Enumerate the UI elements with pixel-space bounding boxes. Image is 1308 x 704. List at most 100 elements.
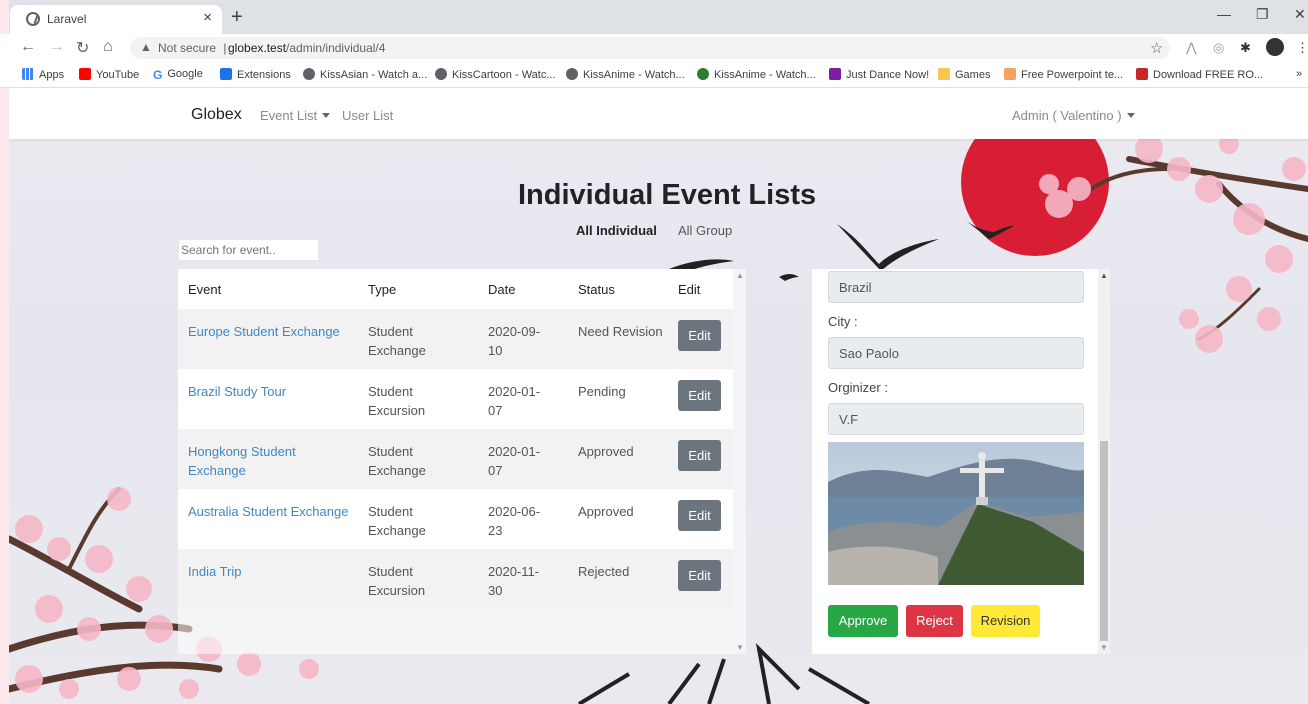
just-dance-icon	[829, 68, 841, 80]
scroll-down-icon[interactable]: ▼	[736, 643, 744, 652]
approve-button[interactable]: Approve	[828, 605, 898, 637]
edit-cell: Edit	[668, 489, 733, 549]
event-link[interactable]: Hongkong Student Exchange	[188, 444, 296, 478]
event-cell: Australia Student Exchange	[178, 489, 358, 549]
page-left-edge	[0, 0, 9, 704]
search-input[interactable]	[178, 239, 319, 261]
security-label: Not secure |	[158, 41, 227, 55]
edit-button[interactable]: Edit	[678, 560, 721, 591]
bookmarks-bar: Apps YouTube G Google Extensions KissAsia…	[0, 62, 1308, 88]
bookmark-just-dance[interactable]: Just Dance Now!	[829, 68, 929, 81]
event-link[interactable]: Europe Student Exchange	[188, 324, 340, 339]
puzzle-icon[interactable]: ✱	[1240, 40, 1251, 56]
close-window-icon[interactable]: ✕	[1294, 6, 1306, 23]
edit-button[interactable]: Edit	[678, 320, 721, 351]
column-header-edit: Edit	[668, 269, 733, 309]
detail-scrollbar[interactable]: ▲ ▼	[1098, 269, 1110, 654]
bookmark-kissanime-1[interactable]: KissAnime - Watch...	[566, 68, 685, 81]
browser-tab[interactable]: Laravel ×	[10, 5, 222, 34]
event-detail-panel: Brazil City : Sao Paolo Orginizer : V.F …	[812, 269, 1110, 654]
type-cell: Student Excursion	[358, 369, 478, 429]
nav-event-list[interactable]: Event List	[260, 108, 331, 123]
organizer-label: Orginizer :	[828, 380, 888, 395]
top-navbar: Globex Event List User List Admin ( Vale…	[9, 89, 1308, 139]
bookmark-powerpoint[interactable]: Free Powerpoint te...	[1004, 68, 1123, 81]
omnibox[interactable]: ▲ Not secure | globex.test/admin/individ…	[130, 37, 1170, 59]
status-cell: Rejected	[568, 549, 668, 609]
forward-icon[interactable]: →	[49, 38, 65, 56]
event-cell: Hongkong Student Exchange	[178, 429, 358, 489]
extension-icon[interactable]: ⋀	[1186, 40, 1197, 56]
bookmark-google[interactable]: G Google	[153, 68, 203, 82]
page-content: Globex Event List User List Admin ( Vale…	[9, 89, 1308, 704]
restore-icon[interactable]: ❐	[1256, 6, 1269, 23]
bookmark-apps[interactable]: Apps	[22, 68, 64, 81]
home-icon[interactable]: ⌂	[103, 38, 113, 56]
edit-cell: Edit	[668, 429, 733, 489]
minimize-icon[interactable]: —	[1217, 6, 1231, 22]
bookmark-star-icon[interactable]: ☆	[1150, 39, 1163, 57]
edit-cell: Edit	[668, 549, 733, 609]
reject-button[interactable]: Reject	[906, 605, 963, 637]
bookmark-extensions[interactable]: Extensions	[220, 68, 291, 81]
date-cell: 2020-01-07	[478, 369, 568, 429]
tab-all-group[interactable]: All Group	[678, 223, 732, 238]
url-text: globex.test/admin/individual/4	[228, 41, 386, 55]
table-row: Australia Student Exchange Student Excha…	[178, 489, 733, 549]
bookmark-kisscartoon[interactable]: KissCartoon - Watc...	[435, 68, 556, 81]
scroll-up-icon[interactable]: ▲	[736, 271, 744, 280]
youtube-icon	[79, 68, 91, 80]
more-bookmarks[interactable]: »	[1296, 68, 1302, 80]
mountain-silhouette	[577, 643, 871, 704]
nav-user-list[interactable]: User List	[342, 108, 393, 123]
back-icon[interactable]: ←	[20, 38, 36, 56]
google-icon: G	[153, 68, 163, 82]
status-cell: Approved	[568, 489, 668, 549]
edit-button[interactable]: Edit	[678, 440, 721, 471]
globe-icon	[26, 12, 40, 26]
edit-button[interactable]: Edit	[678, 380, 721, 411]
table-scrollbar[interactable]: ▲ ▼	[734, 269, 746, 654]
profile-avatar[interactable]	[1266, 38, 1284, 56]
shield-icon[interactable]: ◎	[1213, 40, 1224, 56]
tab-all-individual[interactable]: All Individual	[576, 223, 657, 238]
bookmark-kissanime-2[interactable]: KissAnime - Watch...	[697, 68, 816, 81]
chevron-down-icon	[1126, 113, 1135, 118]
event-table: Event Type Date Status Edit Europe Stude…	[178, 269, 733, 609]
bookmark-games[interactable]: Games	[938, 68, 990, 81]
date-cell: 2020-09-10	[478, 309, 568, 369]
edit-cell: Edit	[668, 369, 733, 429]
warning-icon: ▲	[140, 40, 152, 54]
event-link[interactable]: India Trip	[188, 564, 241, 579]
new-tab-button[interactable]: +	[231, 6, 243, 29]
bookmark-youtube[interactable]: YouTube	[79, 68, 139, 81]
globe-icon	[566, 68, 578, 80]
table-row: Brazil Study Tour Student Excursion 2020…	[178, 369, 733, 429]
brand-logo[interactable]: Globex	[191, 106, 242, 124]
event-cell: Brazil Study Tour	[178, 369, 358, 429]
status-cell: Need Revision	[568, 309, 668, 369]
tab-close-button[interactable]: ×	[203, 9, 212, 26]
powerpoint-icon	[1004, 68, 1016, 80]
event-link[interactable]: Australia Student Exchange	[188, 504, 348, 519]
browser-tab-bar: Laravel × + — ❐ ✕	[0, 0, 1308, 704]
column-header-event: Event	[178, 269, 358, 309]
bookmark-kissasian[interactable]: KissAsian - Watch a...	[303, 68, 427, 81]
revision-button[interactable]: Revision	[971, 605, 1040, 637]
city-field[interactable]: Sao Paolo	[828, 337, 1084, 369]
table-row: Hongkong Student Exchange Student Exchan…	[178, 429, 733, 489]
scrollbar-thumb[interactable]	[1100, 441, 1108, 641]
city-label: City :	[828, 314, 858, 329]
scroll-down-icon[interactable]: ▼	[1100, 643, 1108, 652]
user-menu[interactable]: Admin ( Valentino )	[1012, 108, 1135, 123]
bookmark-download-rom[interactable]: Download FREE RO...	[1136, 68, 1263, 81]
menu-icon[interactable]: ⋮	[1296, 40, 1308, 56]
organizer-field[interactable]: V.F	[828, 403, 1084, 435]
country-field[interactable]: Brazil	[828, 271, 1084, 303]
event-link[interactable]: Brazil Study Tour	[188, 384, 286, 399]
column-header-type: Type	[358, 269, 478, 309]
reload-icon[interactable]: ↻	[76, 38, 89, 58]
edit-button[interactable]: Edit	[678, 500, 721, 531]
scroll-up-icon[interactable]: ▲	[1100, 271, 1108, 280]
globe-icon	[435, 68, 447, 80]
